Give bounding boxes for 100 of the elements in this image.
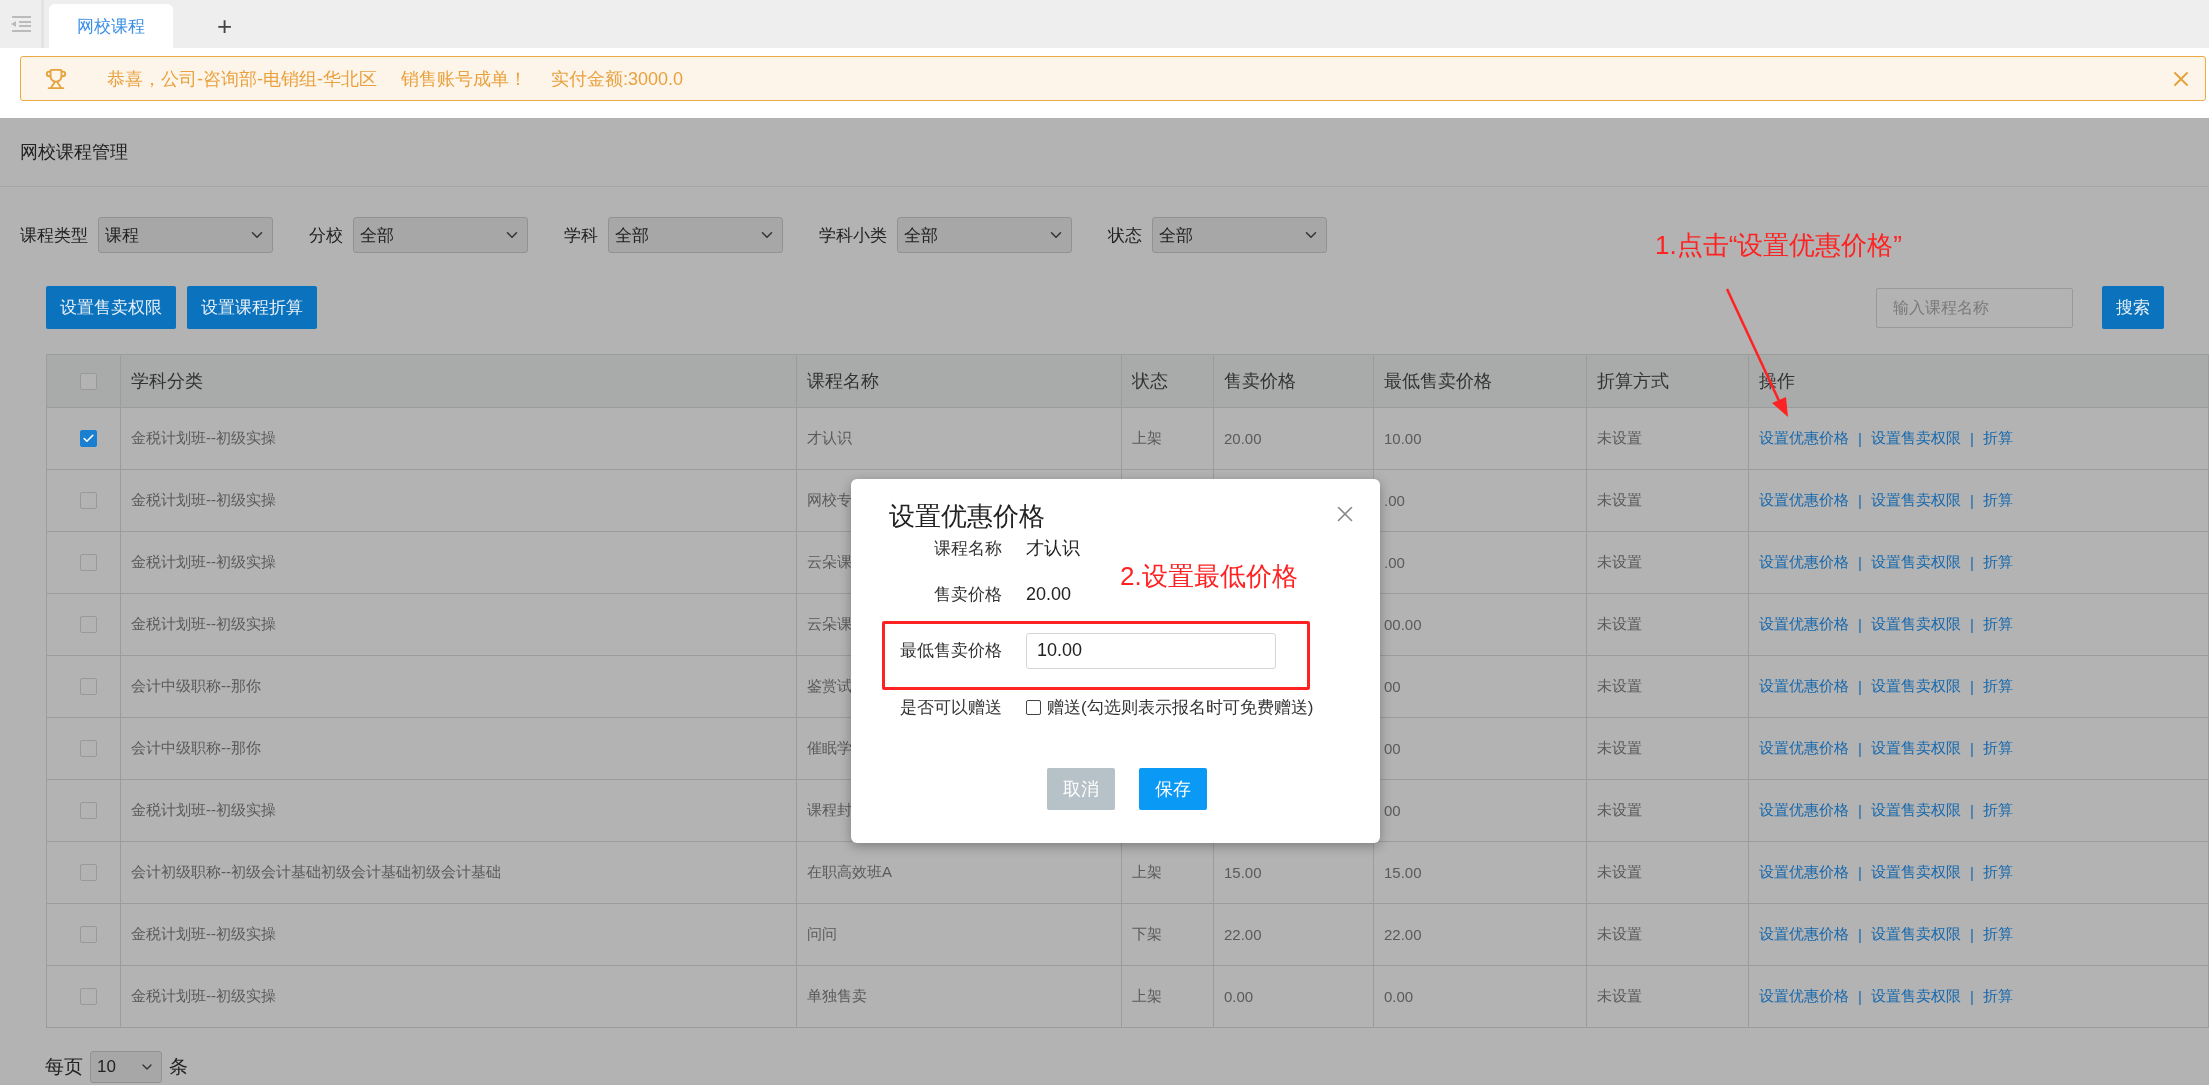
action-link[interactable]: 设置售卖权限 [1870,863,1961,882]
action-button[interactable]: 设置课程折算 [187,286,317,329]
separator-text: | [1969,802,1974,819]
cancel-button[interactable]: 取消 [1047,768,1115,810]
action-link[interactable]: 设置售卖权限 [1870,553,1961,572]
column-header: 学科分类 [121,355,797,408]
action-link[interactable]: 设置售卖权限 [1870,739,1961,758]
separator-text: | [1969,740,1974,757]
filter-label: 学科小类 [819,224,887,247]
separator-text: | [1969,678,1974,695]
filter-label: 状态 [1108,224,1142,247]
action-link[interactable]: 设置售卖权限 [1870,615,1961,634]
table-cell: 15.00 [1374,842,1587,904]
action-link[interactable]: 设置优惠价格 [1759,739,1849,758]
page-size-dropdown[interactable]: 10 [90,1051,162,1083]
table-cell: 才认识 [797,408,1122,470]
action-link[interactable]: 设置售卖权限 [1870,925,1961,944]
table-cell: 0.00 [1214,966,1374,1028]
table-cell: 未设置 [1587,904,1749,966]
tab[interactable]: 网校课程 [49,4,173,48]
filter-dropdown[interactable]: 全部 [608,217,783,253]
action-link[interactable]: 折算 [1982,739,2013,758]
notification-text: 恭喜，公司-咨询部-电销组-华北区 [107,67,377,91]
action-link[interactable]: 设置售卖权限 [1870,801,1961,820]
input-field[interactable]: 10.00 [1026,632,1276,669]
table-cell: 金税计划班--初级实操 [121,780,797,842]
action-link[interactable]: 折算 [1982,801,2013,820]
table-cell: 未设置 [1587,408,1749,470]
action-link[interactable]: 设置售卖权限 [1870,677,1961,696]
action-link[interactable]: 折算 [1982,987,2013,1006]
action-link[interactable]: 折算 [1982,553,2013,572]
action-link[interactable]: 设置优惠价格 [1759,615,1849,634]
search-button[interactable]: 搜索 [2102,286,2164,329]
filter-dropdown[interactable]: 全部 [1152,217,1327,253]
table-cell: 金税计划班--初级实操 [121,966,797,1028]
action-link[interactable]: 折算 [1982,491,2013,510]
action-link[interactable]: 折算 [1982,615,2013,634]
action-link[interactable]: 折算 [1982,677,2013,696]
action-link[interactable]: 设置优惠价格 [1759,429,1849,448]
search-field[interactable]: 输入课程名称 [1876,287,2073,328]
filter-label: 分校 [309,224,343,247]
column-header: 折算方式 [1587,355,1749,408]
filter-dropdown[interactable]: 全部 [897,217,1072,253]
separator-text: | [1858,554,1862,571]
filter-dropdown[interactable]: 全部 [353,217,528,253]
action-link[interactable]: 设置售卖权限 [1870,429,1961,448]
table-cell: 未设置 [1587,780,1749,842]
action-link[interactable]: 折算 [1982,429,2013,448]
action-link[interactable]: 设置优惠价格 [1759,491,1849,510]
table-cell: 未设置 [1587,656,1749,718]
table-cell: 会计初级职称--初级会计基础初级会计基础初级会计基础 [121,842,797,904]
table-cell: 上架 [1122,408,1214,470]
table-cell: 未设置 [1587,470,1749,532]
filter-label: 课程类型 [20,224,88,247]
separator-text: | [1969,492,1974,509]
column-header: 售卖价格 [1214,355,1374,408]
separator-text: | [1858,616,1862,633]
table-cell: 未设置 [1587,966,1749,1028]
column-header: 课程名称 [797,355,1122,408]
table-cell: 未设置 [1587,718,1749,780]
action-link[interactable]: 设置优惠价格 [1759,925,1849,944]
field-label: 课程名称 [933,537,1002,560]
action-link[interactable]: 设置优惠价格 [1759,801,1849,820]
separator-text: | [1969,554,1974,571]
annotation-text: 1.点击“设置优惠价格” [1655,229,1902,262]
separator-text: | [1858,926,1862,943]
page-title: 网校课程管理 [0,118,2209,187]
separator-text: | [1969,988,1974,1005]
table-cell: 未设置 [1587,842,1749,904]
separator-text: | [1858,802,1862,819]
table-cell: 下架 [1122,904,1214,966]
column-header: 状态 [1122,355,1214,408]
separator-text: | [1969,616,1974,633]
table-cell: 问问 [797,904,1122,966]
separator-text: | [1858,988,1862,1005]
action-link[interactable]: 设置优惠价格 [1759,553,1849,572]
table-cell: 金税计划班--初级实操 [121,470,797,532]
separator-text: | [1969,926,1974,943]
action-link[interactable]: 设置售卖权限 [1870,491,1961,510]
filter-label: 学科 [564,224,598,247]
action-link[interactable]: 设置优惠价格 [1759,677,1849,696]
separator-text: | [1969,864,1974,881]
action-link[interactable]: 设置售卖权限 [1870,987,1961,1006]
save-button[interactable]: 保存 [1139,768,1207,810]
separator-text: | [1858,430,1862,447]
table-cell: 22.00 [1214,904,1374,966]
action-link[interactable]: 设置优惠价格 [1759,863,1849,882]
separator-text: | [1858,864,1862,881]
page-size-label: 每页 [45,1055,83,1079]
table-cell: 0.00 [1374,966,1587,1028]
table-cell: 未设置 [1587,532,1749,594]
annotation-text: 2.设置最低价格 [1120,560,1298,593]
action-link[interactable]: 设置优惠价格 [1759,987,1849,1006]
action-link[interactable]: 折算 [1982,925,2013,944]
action-link[interactable]: 折算 [1982,863,2013,882]
field-label: 是否可以赠送 [899,696,1002,719]
table-cell: 20.00 [1214,408,1374,470]
filter-dropdown[interactable]: 课程 [98,217,273,253]
action-button[interactable]: 设置售卖权限 [46,286,176,329]
add-tab-button[interactable]: + [217,4,233,48]
